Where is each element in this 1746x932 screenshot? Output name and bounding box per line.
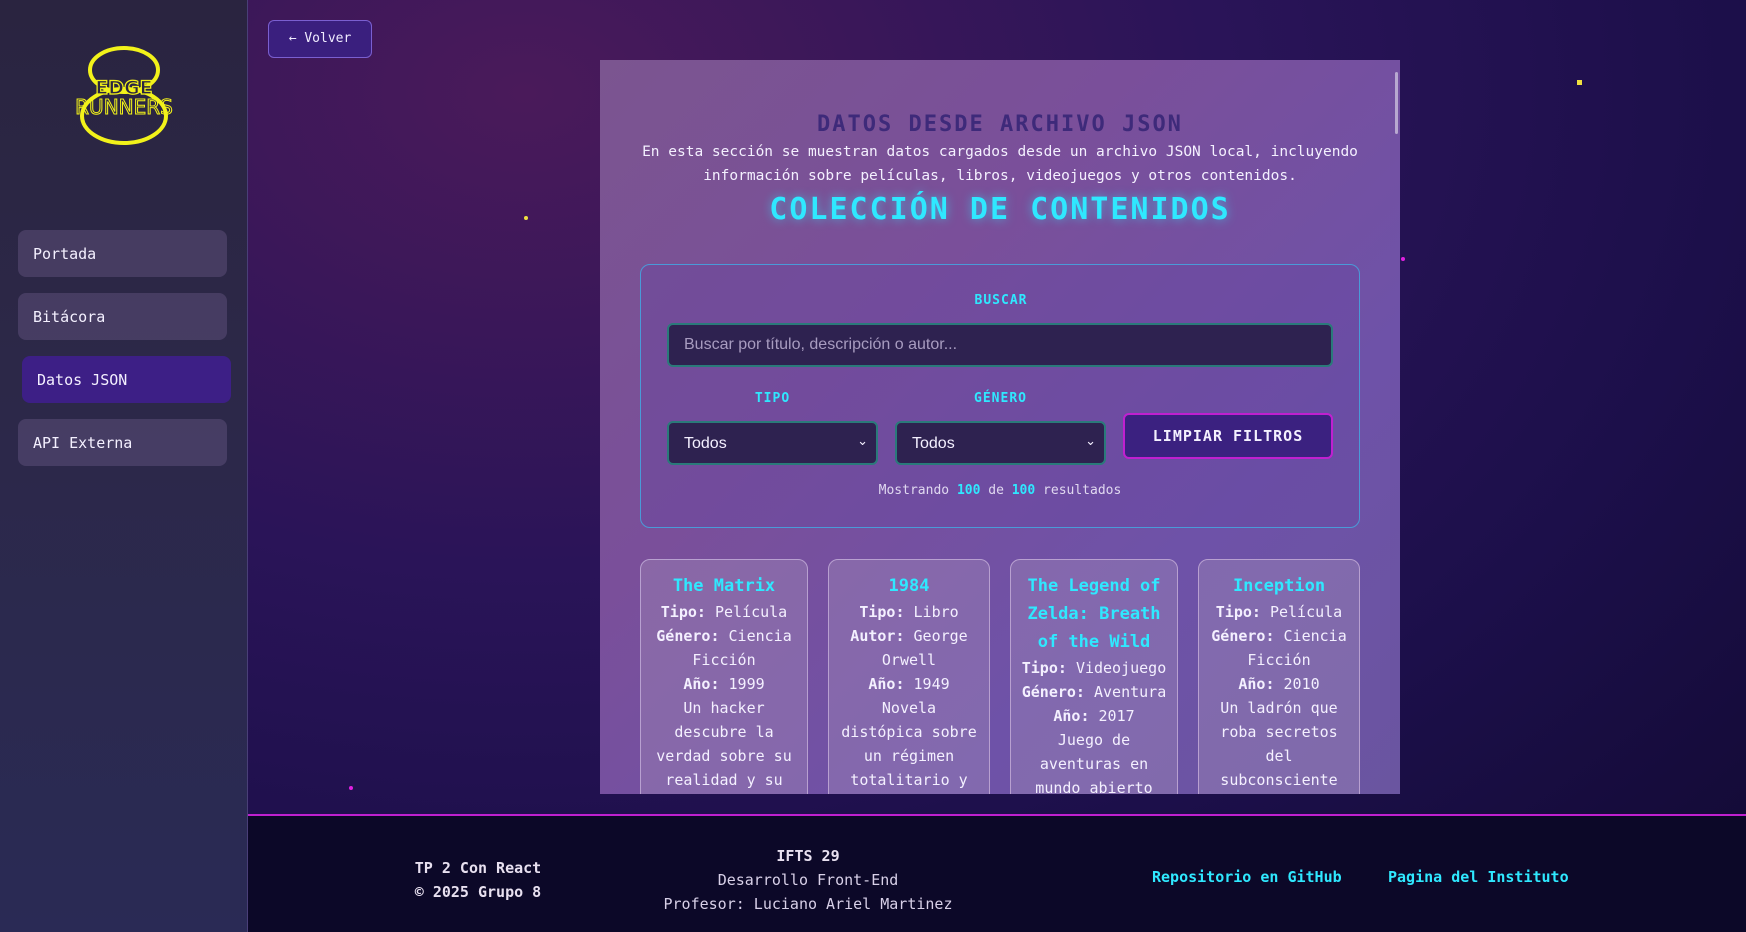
card-field: Tipo: Libro [859,603,959,621]
card-title: The Matrix [672,576,776,596]
background-star [1401,257,1405,261]
footer-project: TP 2 Con React [414,859,542,877]
page-title: DATOS DESDE ARCHIVO JSON [817,112,1183,137]
card-field: Tipo: Videojuego [1021,659,1167,677]
card-title: 1984 [888,576,930,596]
content-panel: DATOS DESDE ARCHIVO JSON En esta sección… [600,60,1400,794]
genre-label: GÉNERO [974,391,1027,406]
card-description: Juego de aventuras en mundo abierto con [1035,731,1153,794]
results-mid: de [988,483,1004,498]
filter-box: BUSCAR TIPO Todos ⌄ GÉNERO Todos ⌄ LIMPI… [640,264,1360,528]
background-star [524,216,528,220]
svg-text:RUNNERS: RUNNERS [75,95,173,119]
collection-title: COLECCIÓN DE CONTENIDOS [769,192,1231,227]
results-total: 100 [1011,483,1036,498]
results-suffix: resultados [1043,483,1122,498]
back-button[interactable]: ← Volver [268,20,372,58]
card-field: Género: Aventura [1021,683,1167,701]
edgerunners-logo[interactable]: EDGE RUNNERS [56,46,192,146]
footer-copyright: © 2025 Grupo 8 [414,883,542,901]
type-select[interactable]: Todos ⌄ [667,421,878,465]
card-description: Novela distópica sobre un régimen totali… [841,699,977,789]
footer-institute-info: IFTS 29 Desarrollo Front-End Profesor: L… [648,844,968,916]
results-prefix: Mostrando [878,483,950,498]
card-field: Año: 1949 [868,675,950,693]
card-field: Año: 2010 [1238,675,1320,693]
genre-select-value: Todos [912,435,955,452]
card-field: Año: 2017 [1053,707,1135,725]
content-card[interactable]: 1984 Tipo: Libro Autor: George Orwell Añ… [828,559,990,794]
sidebar-item-bitacora[interactable]: Bitácora [18,293,227,340]
footer-institute: IFTS 29 [776,847,840,865]
results-count: Mostrando 100 de 100 resultados [641,483,1359,498]
chevron-down-icon: ⌄ [857,433,868,448]
sidebar-item-portada[interactable]: Portada [18,230,227,277]
genre-select[interactable]: Todos ⌄ [895,421,1106,465]
content-card[interactable]: The Matrix Tipo: Película Género: Cienci… [640,559,808,794]
card-description: Un hacker descubre la verdad sobre su re… [656,699,792,789]
card-field: Autor: George Orwell [850,627,968,669]
footer: TP 2 Con React © 2025 Grupo 8 IFTS 29 De… [248,814,1746,932]
clear-filters-button[interactable]: LIMPIAR FILTROS [1123,413,1333,459]
card-field: Año: 1999 [683,675,765,693]
card-description: Un ladrón que roba secretos del subconsc… [1220,699,1338,789]
results-shown: 100 [956,483,981,498]
content-card[interactable]: The Legend of Zelda: Breath of the Wild … [1010,559,1178,794]
background-star [349,786,353,790]
chevron-down-icon: ⌄ [1085,433,1096,448]
footer-credits: TP 2 Con React © 2025 Grupo 8 [368,856,588,904]
sidebar-item-datos-json[interactable]: Datos JSON [22,356,231,403]
search-label: BUSCAR [974,293,1028,308]
card-field: Tipo: Película [660,603,788,621]
type-select-value: Todos [684,435,727,452]
card-field: Género: Ciencia Ficción [1211,627,1347,669]
sidebar: EDGE RUNNERS Portada Bitácora Datos JSON… [0,0,248,932]
github-link[interactable]: Repositorio en GitHub [1152,868,1342,886]
content-card[interactable]: Inception Tipo: Película Género: Ciencia… [1198,559,1360,794]
search-input[interactable] [667,323,1333,367]
card-field: Tipo: Película [1215,603,1343,621]
page-description: En esta sección se muestran datos cargad… [642,144,1358,184]
footer-course: Desarrollo Front-End [717,871,899,889]
type-label: TIPO [754,391,791,406]
institute-link[interactable]: Pagina del Instituto [1388,868,1569,886]
card-title: The Legend of Zelda: Breath of the Wild [1027,576,1161,652]
footer-professor: Profesor: Luciano Ariel Martinez [663,895,953,913]
card-title: Inception [1232,576,1326,596]
background-star [1577,80,1582,85]
card-field: Género: Ciencia Ficción [656,627,792,669]
sidebar-item-api-externa[interactable]: API Externa [18,419,227,466]
